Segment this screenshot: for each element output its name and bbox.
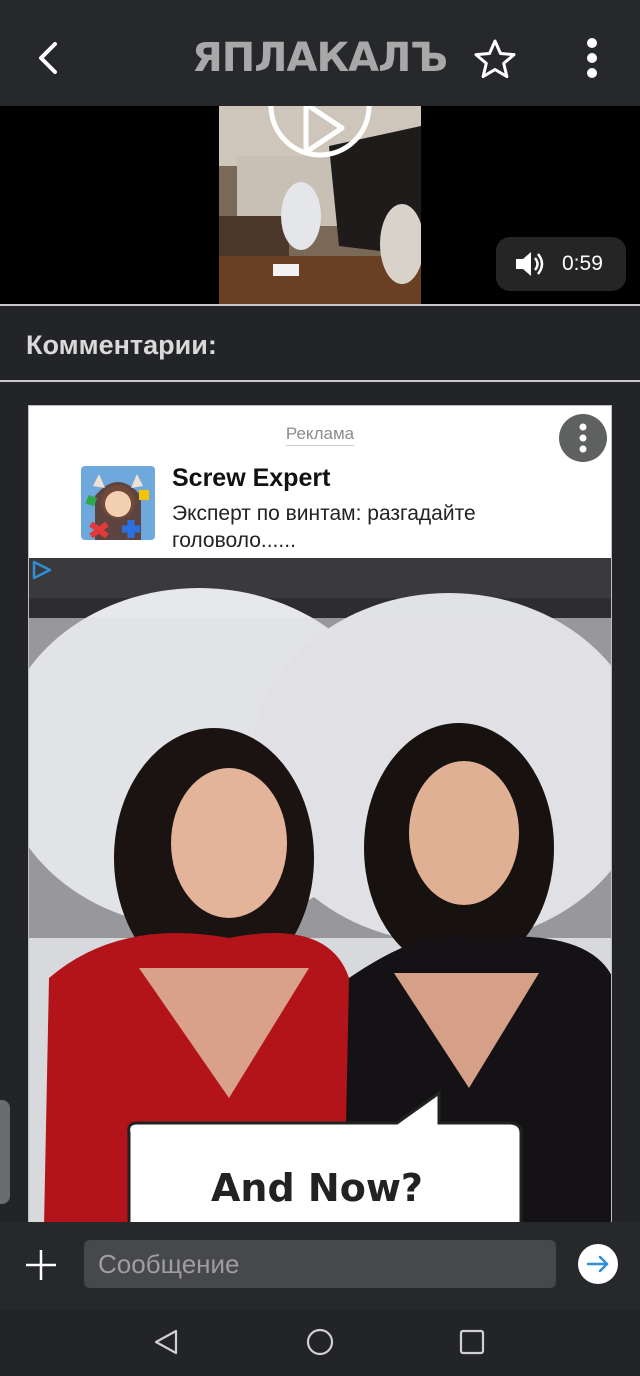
adchoices-icon [32, 560, 52, 580]
vertical-dots-icon [587, 38, 597, 78]
message-input[interactable] [84, 1240, 556, 1288]
ad-image-caption: And Now? [211, 1166, 423, 1210]
nav-home-button[interactable] [300, 1322, 340, 1362]
ad-image[interactable] [29, 558, 611, 1224]
send-button[interactable] [578, 1244, 618, 1284]
nav-back-button[interactable] [146, 1322, 186, 1362]
plus-icon [26, 1250, 56, 1280]
more-vertical-icon [579, 423, 587, 453]
adchoices-button[interactable] [31, 560, 53, 580]
square-recents-icon [459, 1329, 485, 1355]
comments-heading: Комментарии: [26, 330, 217, 360]
chevron-left-icon [39, 42, 57, 74]
side-drawer-handle[interactable] [0, 1100, 10, 1204]
ad-app-name[interactable]: Screw Expert [172, 464, 330, 493]
ad-label: Реклама [29, 424, 611, 446]
ad-app-icon[interactable] [81, 466, 155, 540]
add-attachment-button[interactable] [22, 1244, 60, 1286]
star-outline-icon [474, 39, 516, 79]
site-logo[interactable]: ЯПЛАКАЛЪ [192, 34, 448, 82]
ad-card[interactable]: Реклама Screw Expert Эксперт по винтам: … [28, 405, 612, 1225]
arrow-right-icon [586, 1255, 609, 1273]
volume-icon [516, 252, 544, 276]
volume-duration-pill[interactable]: 0:59 [496, 237, 626, 291]
divider [0, 304, 640, 306]
video-duration: 0:59 [562, 252, 603, 275]
ad-description[interactable]: Эксперт по винтам: разгадайте головоло..… [172, 500, 592, 554]
divider [0, 380, 640, 382]
play-button[interactable] [268, 101, 372, 178]
overflow-menu-button[interactable] [574, 36, 610, 82]
back-button[interactable] [28, 36, 72, 80]
circle-home-icon [306, 1328, 334, 1356]
ad-more-button[interactable] [559, 414, 607, 462]
triangle-back-icon [154, 1329, 178, 1355]
favorite-button[interactable] [472, 36, 518, 82]
nav-recents-button[interactable] [452, 1322, 492, 1362]
play-icon [268, 101, 372, 158]
